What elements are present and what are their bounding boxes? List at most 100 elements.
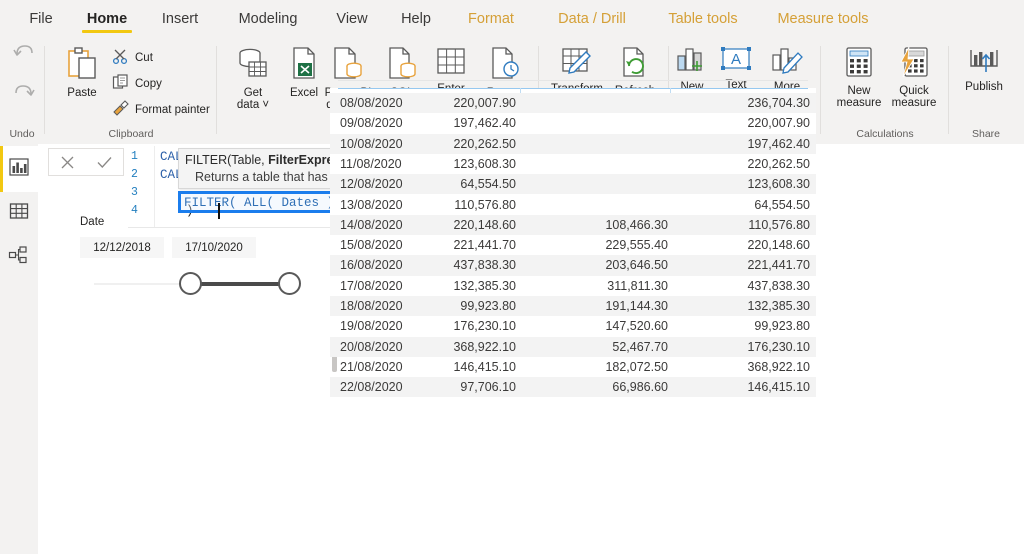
copy-icon [112,74,129,95]
table-row[interactable]: 16/08/2020 437,838.30 203,646.50 221,441.70 [330,255,816,276]
table-cell-v1: 437,838.30 [453,258,516,273]
cut-button[interactable]: Cut [112,48,208,69]
publish-icon [968,46,1000,78]
table-row[interactable]: 15/08/2020 221,441.70 229,555.40 220,148.60 [330,235,816,255]
paste-button[interactable]: Paste [56,46,108,99]
table-cell-v3: 146,415.10 [747,380,810,395]
ribbon-tab-insert[interactable]: Insert [152,0,208,38]
quick-measure-label: Quick [899,84,929,97]
table-row[interactable]: 17/08/2020 132,385.30 311,811.30 437,838.30 [330,276,816,296]
paintbrush-icon [112,100,129,121]
get-data-button[interactable]: Get data ˅ [228,46,278,112]
sidebar-item-report-view[interactable] [0,146,38,192]
table-row[interactable]: 11/08/2020 123,608.30 220,262.50 [330,154,816,174]
slicer-handle-right[interactable] [278,272,301,295]
ribbon-tab-help[interactable]: Help [392,0,440,38]
table-cell-v1: 64,554.50 [460,177,516,192]
table-cell-v3: 236,704.30 [747,96,810,110]
table-cell-v2: 147,520.60 [605,319,668,334]
scissors-icon [112,48,129,69]
table-cell-v3: 437,838.30 [747,278,810,293]
table-cell-v1: 97,706.10 [460,380,516,395]
formula-accept-button[interactable] [90,150,120,174]
ribbon-tabbar: File Home Insert Modeling View Help Format Data… [0,0,1024,38]
ribbon-tab-view[interactable]: View [328,0,376,38]
ribbon-tab-modeling[interactable]: Modeling [224,0,312,38]
new-visual-icon [676,46,708,78]
slicer-start-date[interactable]: 12/12/2018 [80,237,164,258]
ribbon-tab-format[interactable]: Format [456,0,526,38]
sidebar-item-data-view[interactable] [0,190,38,236]
table-row[interactable]: 21/08/2020 146,415.10 182,072.50 368,922.10 [330,357,816,377]
table-visual[interactable]: 08/08/2020 220,007.90 236,704.30 09/08/2020… [330,80,816,410]
ribbon-tab-label: Home [86,11,128,27]
table-row[interactable]: 10/08/2020 220,262.50 197,462.40 [330,133,816,154]
sidebar-item-model-view[interactable] [0,234,38,280]
calculator-icon [845,46,873,82]
quick-measure-button[interactable]: Quick measure [884,46,944,110]
copy-label: Copy [135,78,162,90]
refresh-icon [620,46,650,82]
ribbon-tab-label: Measure tools [777,11,869,27]
table-header-rule [338,88,808,89]
ribbon-divider [948,46,949,134]
cut-label: Cut [135,52,153,64]
table-cell-date: 11/08/2020 [340,156,402,171]
line-number: 1 [131,150,138,163]
ribbon-group-label-undo: Undo [9,128,35,140]
table-row[interactable]: 09/08/2020 197,462.40 220,007.90 [330,113,816,133]
ribbon-tab-label: Help [401,11,431,27]
formula-cancel-button[interactable] [53,150,83,174]
new-measure-button[interactable]: New measure [830,46,888,110]
transform-table-icon [561,46,593,80]
ribbon-tab-label: View [336,11,368,27]
table-cell-v3: 176,230.10 [747,339,810,354]
table-cell-v2: 182,072.50 [605,359,668,374]
copy-button[interactable]: Copy [112,74,208,95]
table-cell-v2: 311,811.30 [607,278,668,293]
formula-bar-buttons [48,148,124,176]
ribbon-tab-label: Table tools [668,11,738,27]
table-cell-v1: 146,415.10 [453,359,516,374]
excel-label: Excel [289,86,319,99]
slicer-end-date[interactable]: 17/10/2020 [172,237,256,258]
table-row[interactable]: 19/08/2020 176,230.10 147,520.60 99,923.80 [330,316,816,336]
format-painter-button[interactable]: Format painter [112,100,222,121]
ribbon-divider [216,46,217,134]
table-row[interactable]: 18/08/2020 99,923.80 191,144.30 132,385.30 [330,296,816,317]
ribbon-tab-file[interactable]: File [18,0,64,38]
publish-label: Publish [965,80,1003,93]
redo-icon [11,82,37,108]
slicer-handle-left[interactable] [179,272,202,295]
date-slicer-visual[interactable]: Date 12/12/2018 17/10/2020 [72,206,357,298]
svg-text:A: A [731,51,741,68]
table-row[interactable]: 08/08/2020 220,007.90 236,704.30 [330,93,816,114]
table-cell-v1: 176,230.10 [453,319,516,334]
sql-server-icon [386,46,418,84]
table-row[interactable]: 13/08/2020 110,576.80 64,554.50 [330,195,816,215]
ribbon-tab-label: Modeling [238,11,298,27]
table-row[interactable]: 20/08/2020 368,922.10 52,467.70 176,230.10 [330,336,816,357]
table-top-border [338,80,808,81]
publish-button[interactable]: Publish [952,46,1016,93]
table-cell-v3: 221,441.70 [747,258,810,273]
ribbon-group-label-calculations: Calculations [856,128,914,140]
ribbon-tab-label: Insert [161,11,199,27]
table-cell-v2: 203,646.50 [605,258,668,273]
ribbon-tab-measure-tools[interactable]: Measure tools [762,0,884,38]
table-cell-v1: 221,441.70 [453,238,516,253]
table-row[interactable]: 22/08/2020 97,706.10 66,986.60 146,415.10 [330,377,816,398]
line-number: 3 [131,186,138,199]
new-measure-label-line2: measure [836,97,882,109]
table-cell-v1: 132,385.30 [453,278,516,293]
line-number: 2 [131,168,138,181]
table-row[interactable]: 14/08/2020 220,148.60 108,466.30 110,576.80 [330,214,816,236]
ribbon-tab-home[interactable]: Home [78,0,136,38]
ribbon-tab-table-tools[interactable]: Table tools [654,0,752,38]
table-cell-v3: 220,007.90 [747,116,810,131]
table-row[interactable]: 12/08/2020 64,554.50 123,608.30 [330,174,816,195]
table-cell-v1: 220,262.50 [453,136,516,151]
ribbon-tab-data-drill[interactable]: Data / Drill [542,0,642,38]
table-cell-v2: 229,555.40 [605,238,668,253]
table-cell-v3: 132,385.30 [747,299,810,313]
